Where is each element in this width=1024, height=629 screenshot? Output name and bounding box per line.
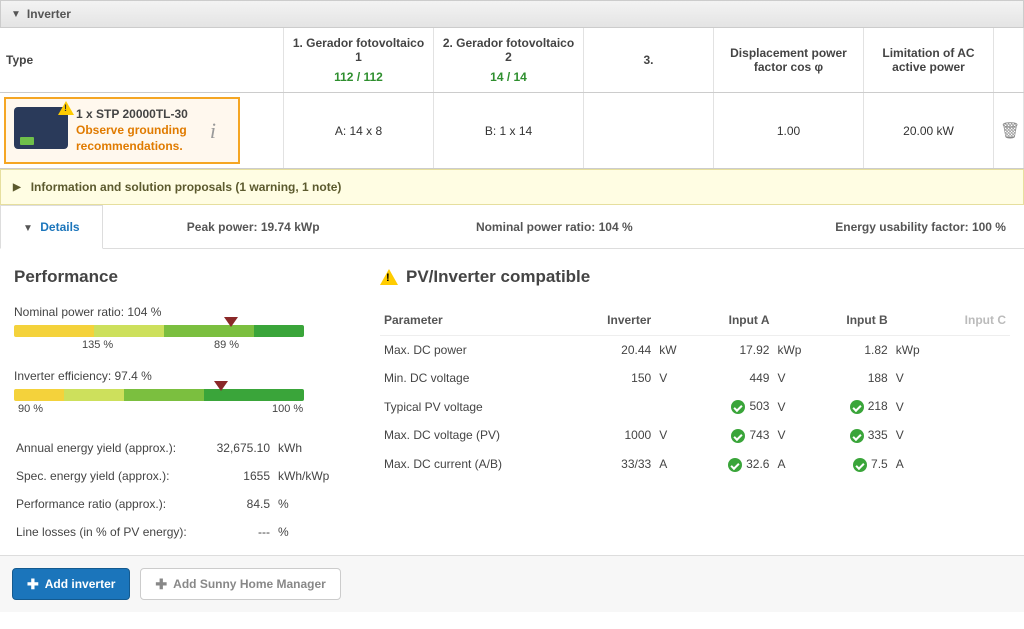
perf-row: Spec. energy yield (approx.):1655kWh/kWp: [16, 463, 342, 489]
info-banner[interactable]: ▶ Information and solution proposals (1 …: [0, 169, 1024, 205]
ratio-gen1: 112 / 112: [290, 70, 427, 84]
check-icon: [731, 400, 745, 414]
check-icon: [850, 429, 864, 443]
perf-row: Performance ratio (approx.):84.5%: [16, 491, 342, 517]
col-generator-2: 2. Gerador fotovoltaico 2 14 / 14: [434, 28, 584, 92]
inverter-row: 1 x STP 20000TL-30 Observe groundingreco…: [0, 93, 1024, 169]
npr-bar: 135 % 89 %: [14, 325, 344, 355]
col-generator-1: 1. Gerador fotovoltaico 1 112 / 112: [284, 28, 434, 92]
col-displacement: Displacement power factor cos φ: [714, 28, 864, 92]
col-generator-3: 3.: [584, 28, 714, 92]
warning-icon: [380, 269, 398, 285]
check-icon: [731, 429, 745, 443]
plus-icon: ✚: [155, 577, 167, 591]
eff-label: Inverter efficiency: 97.4 %: [14, 369, 344, 383]
compat-row: Typical PV voltage503V218V: [380, 392, 1010, 421]
metric-peak-power: Peak power: 19.74 kWp: [103, 220, 404, 234]
th-input-a: Input A: [697, 305, 773, 336]
bar2-left-label: 90 %: [18, 403, 43, 415]
add-inverter-button[interactable]: ✚ Add inverter: [12, 568, 130, 600]
bar2-right-label: 100 %: [272, 403, 303, 415]
perf-row: Line losses (in % of PV energy):---%: [16, 519, 342, 545]
metric-usability: Energy usability factor: 100 %: [705, 220, 1024, 234]
perf-row: Annual energy yield (approx.):32,675.10k…: [16, 435, 342, 461]
caret-down-icon: ▼: [11, 9, 21, 20]
th-input-b: Input B: [815, 305, 891, 336]
caret-down-icon: ▼: [23, 223, 33, 234]
details-link[interactable]: Details: [40, 220, 79, 234]
compat-table: Parameter Inverter Input A Input B Input…: [380, 305, 1010, 478]
add-sunny-home-manager-button[interactable]: ✚ Add Sunny Home Manager: [140, 568, 340, 600]
th-input-c: Input C: [934, 305, 1010, 336]
col-limitation: Limitation of AC active power: [864, 28, 994, 92]
section-title: Inverter: [27, 7, 71, 21]
compat-row: Min. DC voltage150V449V188V: [380, 364, 1010, 392]
inverter-card[interactable]: 1 x STP 20000TL-30 Observe groundingreco…: [4, 97, 240, 164]
section-header[interactable]: ▼ Inverter: [0, 0, 1024, 28]
caret-right-icon: ▶: [13, 182, 21, 193]
cell-displacement: 1.00: [714, 93, 864, 168]
cell-config-a: A: 14 x 8: [284, 93, 434, 168]
check-icon: [853, 458, 867, 472]
performance-heading: Performance: [14, 267, 344, 287]
footer-bar: ✚ Add inverter ✚ Add Sunny Home Manager: [0, 555, 1024, 612]
plus-icon: ✚: [27, 577, 39, 591]
compat-row: Max. DC current (A/B)33/33A32.6A7.5A: [380, 450, 1010, 479]
check-icon: [850, 400, 864, 414]
cell-config-b: B: 1 x 14: [434, 93, 584, 168]
eff-bar: 90 % 100 %: [14, 389, 344, 419]
compat-row: Max. DC power20.44kW17.92kWp1.82kWp: [380, 336, 1010, 365]
info-icon[interactable]: i: [196, 118, 230, 144]
metric-nominal-ratio: Nominal power ratio: 104 %: [404, 220, 705, 234]
warning-icon: [58, 101, 74, 115]
bar1-right-label: 89 %: [214, 339, 239, 351]
col-actions: [994, 28, 1024, 92]
marker-icon: [224, 317, 238, 327]
grid-header: Type 1. Gerador fotovoltaico 1 112 / 112…: [0, 28, 1024, 93]
compat-row: Max. DC voltage (PV)1000V743V335V: [380, 421, 1010, 450]
info-banner-text: Information and solution proposals (1 wa…: [31, 180, 342, 194]
col-type: Type: [0, 28, 284, 92]
bar1-left-label: 135 %: [82, 339, 113, 351]
inverter-title: 1 x STP 20000TL-30: [76, 107, 188, 121]
inverter-warning-text: Observe groundingrecommendations.: [76, 123, 188, 154]
check-icon: [728, 458, 742, 472]
cell-config-3: [584, 93, 714, 168]
performance-table: Annual energy yield (approx.):32,675.10k…: [14, 433, 344, 547]
details-bar: ▼ Details Peak power: 19.74 kWp Nominal …: [0, 205, 1024, 249]
cell-limitation: 20.00 kW: [864, 93, 994, 168]
tab-details[interactable]: ▼ Details: [0, 205, 103, 249]
npr-label: Nominal power ratio: 104 %: [14, 305, 344, 319]
th-inverter: Inverter: [575, 305, 655, 336]
delete-icon[interactable]: 🗑: [1000, 121, 1017, 141]
th-parameter: Parameter: [380, 305, 575, 336]
compat-heading: PV/Inverter compatible: [380, 267, 1010, 287]
ratio-gen2: 14 / 14: [440, 70, 577, 84]
details-body: Performance Nominal power ratio: 104 % 1…: [0, 249, 1024, 555]
compatibility-panel: PV/Inverter compatible Parameter Inverte…: [380, 267, 1010, 547]
marker-icon: [214, 381, 228, 391]
performance-panel: Performance Nominal power ratio: 104 % 1…: [14, 267, 344, 547]
